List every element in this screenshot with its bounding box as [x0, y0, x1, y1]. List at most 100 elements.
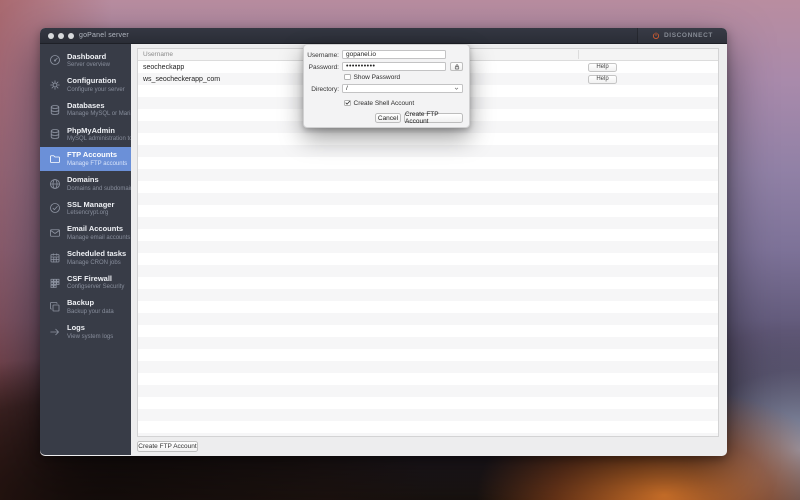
- sidebar-item-email-accounts[interactable]: Email Accounts Manage email accounts: [40, 221, 131, 246]
- sidebar-item-backup[interactable]: Backup Backup your data: [40, 295, 131, 320]
- window-title: goPanel server: [79, 32, 129, 39]
- table-row-empty: [138, 397, 718, 409]
- table-row-empty: [138, 277, 718, 289]
- sidebar-item-subtitle: Backup your data: [67, 308, 114, 315]
- titlebar: goPanel server DISCONNECT: [40, 28, 727, 44]
- calendar-icon: [49, 251, 62, 264]
- table-row-empty: [138, 253, 718, 265]
- directory-label: Directory:: [311, 85, 339, 93]
- table-row-empty: [138, 157, 718, 169]
- sidebar-item-subtitle: Server overview: [67, 62, 111, 69]
- cancel-button[interactable]: Cancel: [375, 113, 401, 123]
- username-cell: ws_seocheckerapp_com: [143, 75, 221, 83]
- gear-icon: [49, 79, 62, 92]
- sidebar-item-subtitle: Manage CRON jobs: [67, 259, 121, 266]
- sidebar-item-title: Domains: [67, 175, 99, 185]
- table-row-empty: [138, 373, 718, 385]
- username-value: gopanel.io: [346, 51, 376, 58]
- sidebar-item-scheduled-tasks[interactable]: Scheduled tasks Manage CRON jobs: [40, 246, 131, 271]
- minimize-window-button[interactable]: [58, 32, 64, 39]
- sidebar-item-subtitle: Manage email accounts: [67, 234, 131, 241]
- create-ftp-account-button[interactable]: Create FTP Account: [137, 441, 198, 452]
- database-icon: [49, 103, 62, 116]
- username-label: Username:: [307, 51, 339, 59]
- table-row-empty: [138, 145, 718, 157]
- help-button[interactable]: Help: [588, 74, 617, 84]
- show-password-checkbox[interactable]: [344, 73, 351, 81]
- table-row-empty: [138, 349, 718, 361]
- table-row-empty: [138, 337, 718, 349]
- shell-account-label: Create Shell Account: [353, 99, 415, 107]
- sidebar-item-title: SSL Manager: [67, 199, 115, 209]
- chevron-down-icon: [454, 86, 459, 91]
- sidebar-item-title: Backup: [67, 298, 95, 308]
- sidebar-item-subtitle: Letsencrypt.org: [67, 210, 109, 217]
- table-row-empty: [138, 409, 718, 421]
- table-row-empty: [138, 325, 718, 337]
- sidebar-item-title: Scheduled tasks: [67, 249, 127, 259]
- table-row-empty: [138, 265, 718, 277]
- table-row-empty: [138, 205, 718, 217]
- sidebar-item-title: Email Accounts: [67, 224, 123, 234]
- sidebar-item-subtitle: MySQL administration tool: [67, 136, 131, 143]
- sidebar-item-subtitle: Configure your server: [67, 86, 125, 93]
- sidebar-item-domains[interactable]: Domains Domains and subdomains: [40, 171, 131, 196]
- column-divider: [578, 50, 579, 59]
- disconnect-label: DISCONNECT: [664, 32, 713, 39]
- gauge-icon: [49, 54, 62, 67]
- sidebar-item-subtitle: Configserver Security: [67, 284, 125, 291]
- password-value: ••••••••••: [346, 63, 376, 70]
- username-cell: seocheckapp: [143, 63, 185, 71]
- sidebar-item-subtitle: Domains and subdomains: [67, 185, 131, 192]
- create-shell-account-checkbox[interactable]: [344, 99, 351, 107]
- sidebar-item-title: Configuration: [67, 76, 117, 86]
- sidebar-item-title: CSF Firewall: [67, 273, 113, 283]
- zoom-window-button[interactable]: [68, 32, 74, 39]
- sidebar-item-subtitle: View system logs: [67, 333, 114, 340]
- table-row-empty: [138, 361, 718, 373]
- close-window-button[interactable]: [48, 32, 54, 39]
- password-lock-button[interactable]: [450, 62, 463, 71]
- sidebar-item-configuration[interactable]: Configuration Configure your server: [40, 73, 131, 98]
- table-row-empty: [138, 289, 718, 301]
- username-field[interactable]: gopanel.io: [342, 50, 446, 59]
- sidebar-item-csf-firewall[interactable]: CSF Firewall Configserver Security: [40, 270, 131, 295]
- table-row-empty: [138, 229, 718, 241]
- sidebar-item-subtitle: Manage FTP accounts: [67, 160, 128, 167]
- create-ftp-dialog: Username: gopanel.io Password: •••••••••…: [303, 44, 470, 128]
- help-button[interactable]: Help: [588, 62, 617, 72]
- sidebar-item-title: Dashboard: [67, 51, 107, 61]
- sidebar-item-phpmyadmin[interactable]: PhpMyAdmin MySQL administration tool: [40, 122, 131, 147]
- sidebar-item-ssl-manager[interactable]: SSL Manager Letsencrypt.org: [40, 196, 131, 221]
- table-row-empty: [138, 421, 718, 433]
- database-admin-icon: [49, 128, 62, 141]
- app-window: goPanel server DISCONNECT Dashboard Serve…: [40, 28, 727, 456]
- show-password-label: Show Password: [353, 73, 401, 81]
- sidebar-item-ftp-accounts[interactable]: FTP Accounts Manage FTP accounts: [40, 146, 131, 172]
- table-row-empty: [138, 301, 718, 313]
- traffic-lights: [48, 32, 74, 39]
- sidebar-item-databases[interactable]: DatabasesManage MySQL or MariaDB: [40, 97, 131, 122]
- username-column-header: Username: [143, 51, 173, 58]
- table-row-empty: [138, 169, 718, 181]
- password-label: Password:: [308, 63, 339, 71]
- directory-select[interactable]: /: [342, 84, 463, 93]
- disconnect-button[interactable]: DISCONNECT: [637, 28, 727, 43]
- table-row-empty: [138, 133, 718, 145]
- show-password-checkbox-row: Show Password: [344, 74, 400, 81]
- table-row-empty: [138, 181, 718, 193]
- firewall-grid-icon: [49, 276, 62, 289]
- sidebar-item-logs[interactable]: Logs View system logs: [40, 320, 131, 345]
- table-row-empty: [138, 193, 718, 205]
- table-row-empty: [138, 217, 718, 229]
- folder-icon: [49, 153, 62, 166]
- create-ftp-submit-button[interactable]: Create FTP Account: [404, 111, 463, 125]
- table-row-empty: [138, 385, 718, 397]
- sidebar-item-dashboard[interactable]: Dashboard Server overview: [40, 48, 131, 73]
- password-field[interactable]: ••••••••••: [342, 62, 446, 71]
- table-row-empty: [138, 241, 718, 253]
- circle-check-icon: [49, 202, 62, 215]
- envelope-icon: [49, 227, 62, 240]
- power-icon: [652, 31, 660, 40]
- sidebar-item-title: PhpMyAdmin: [67, 125, 115, 135]
